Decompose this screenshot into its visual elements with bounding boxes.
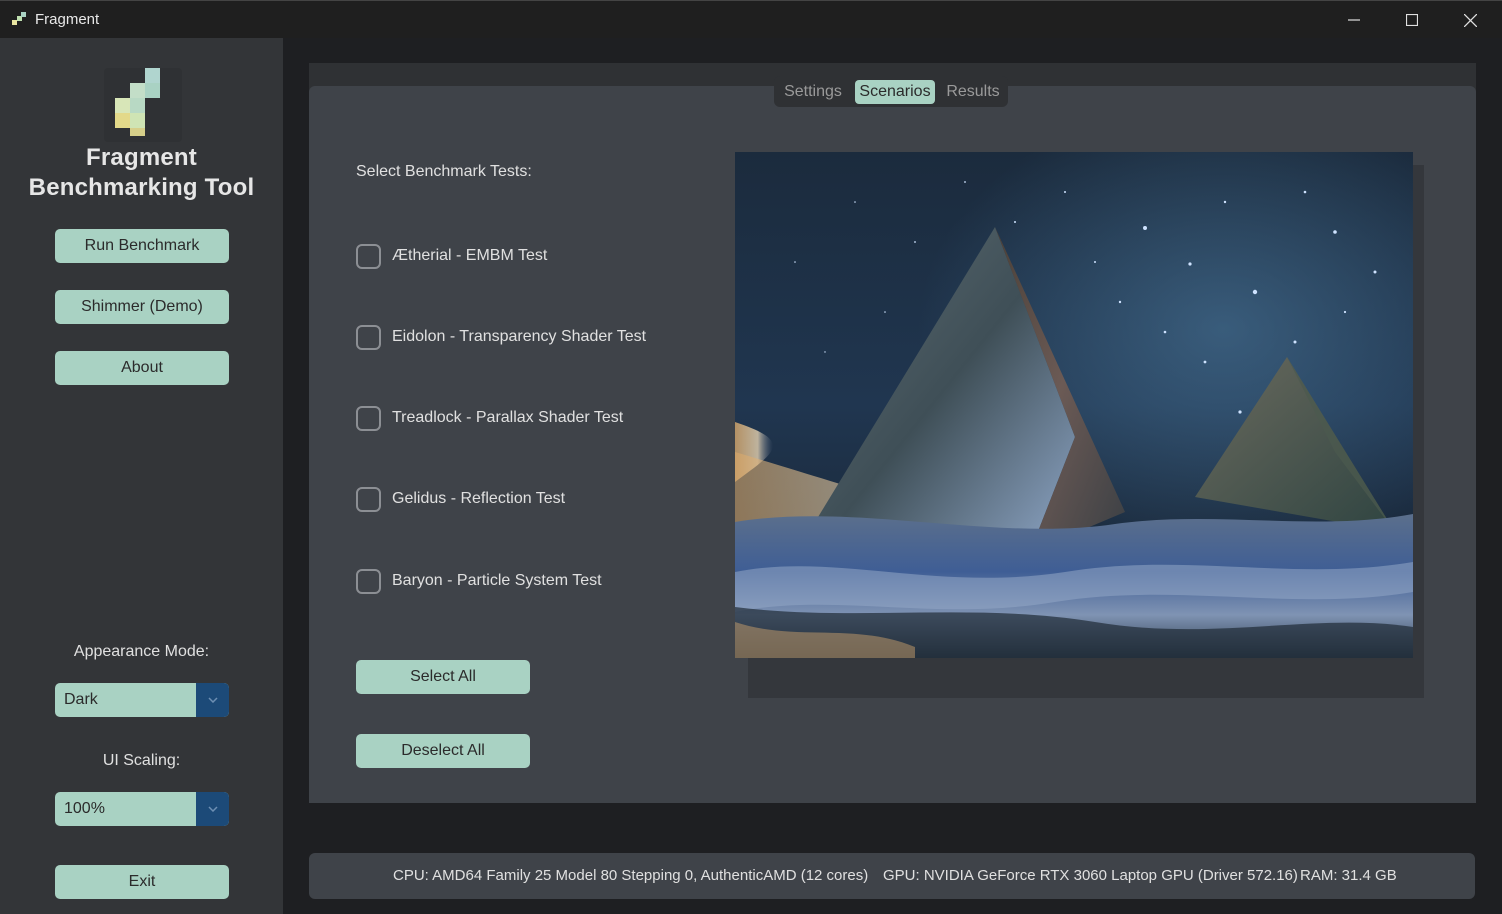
app-title-line2: Benchmarking Tool	[28, 174, 255, 201]
exit-button[interactable]: Exit	[55, 865, 229, 899]
ui-scaling-label: UI Scaling:	[102, 752, 181, 769]
app-icon	[12, 12, 26, 26]
tab-scenarios[interactable]: Scenarios	[855, 80, 935, 104]
checkbox-box[interactable]	[356, 405, 381, 431]
sidebar: Fragment Benchmarking Tool Run Benchmark…	[0, 38, 283, 914]
checkbox-box[interactable]	[356, 486, 381, 512]
about-button[interactable]: About	[55, 351, 229, 385]
appearance-mode-select[interactable]: Dark	[55, 683, 229, 717]
scenario-preview-image	[735, 152, 1413, 658]
system-info-bar: CPU: AMD64 Family 25 Model 80 Stepping 0…	[309, 853, 1475, 899]
app-logo	[104, 68, 182, 142]
ui-scaling-value: 100%	[64, 800, 105, 817]
appearance-mode-label: Appearance Mode:	[73, 643, 210, 660]
checkbox-box[interactable]	[356, 243, 381, 269]
test-checkbox-eidolon[interactable]: Eidolon - Transparency Shader Test	[356, 322, 646, 352]
minimize-icon	[1348, 19, 1360, 21]
run-benchmark-button[interactable]: Run Benchmark	[55, 229, 229, 263]
tab-results[interactable]: Results	[942, 80, 1004, 104]
close-icon	[1463, 13, 1477, 27]
chevron-down-icon[interactable]	[196, 792, 229, 826]
close-button[interactable]	[1441, 1, 1499, 39]
test-checkbox-aetherial[interactable]: Ætherial - EMBM Test	[356, 241, 547, 271]
ram-info: RAM: 31.4 GB	[1300, 867, 1397, 884]
test-label: Baryon - Particle System Test	[392, 572, 602, 589]
window-title: Fragment	[35, 11, 100, 28]
test-label: Gelidus - Reflection Test	[392, 490, 566, 507]
select-tests-heading: Select Benchmark Tests:	[356, 163, 532, 180]
maximize-button[interactable]	[1383, 1, 1441, 39]
checkbox-box[interactable]	[356, 568, 381, 594]
tab-settings[interactable]: Settings	[778, 80, 848, 104]
test-label: Eidolon - Transparency Shader Test	[392, 328, 647, 345]
title-bar: Fragment	[0, 0, 1502, 38]
cpu-info: CPU: AMD64 Family 25 Model 80 Stepping 0…	[393, 867, 869, 884]
checkbox-box[interactable]	[356, 324, 381, 350]
select-all-button[interactable]: Select All	[356, 660, 530, 694]
test-checkbox-treadlock[interactable]: Treadlock - Parallax Shader Test	[356, 403, 623, 433]
test-label: Ætherial - EMBM Test	[392, 247, 548, 264]
maximize-icon	[1406, 14, 1418, 26]
chevron-down-icon[interactable]	[196, 683, 229, 717]
test-checkbox-baryon[interactable]: Baryon - Particle System Test	[356, 566, 602, 596]
app-title-line1: Fragment	[86, 144, 197, 171]
deselect-all-button[interactable]: Deselect All	[356, 734, 530, 768]
minimize-button[interactable]	[1325, 1, 1383, 39]
test-checkbox-gelidus[interactable]: Gelidus - Reflection Test	[356, 484, 565, 514]
test-label: Treadlock - Parallax Shader Test	[392, 409, 624, 426]
ui-scaling-select[interactable]: 100%	[55, 792, 229, 826]
shimmer-demo-button[interactable]: Shimmer (Demo)	[55, 290, 229, 324]
tab-bar: Settings Scenarios Results	[774, 76, 1008, 107]
gpu-info: GPU: NVIDIA GeForce RTX 3060 Laptop GPU …	[883, 867, 1298, 884]
appearance-mode-value: Dark	[64, 691, 98, 708]
